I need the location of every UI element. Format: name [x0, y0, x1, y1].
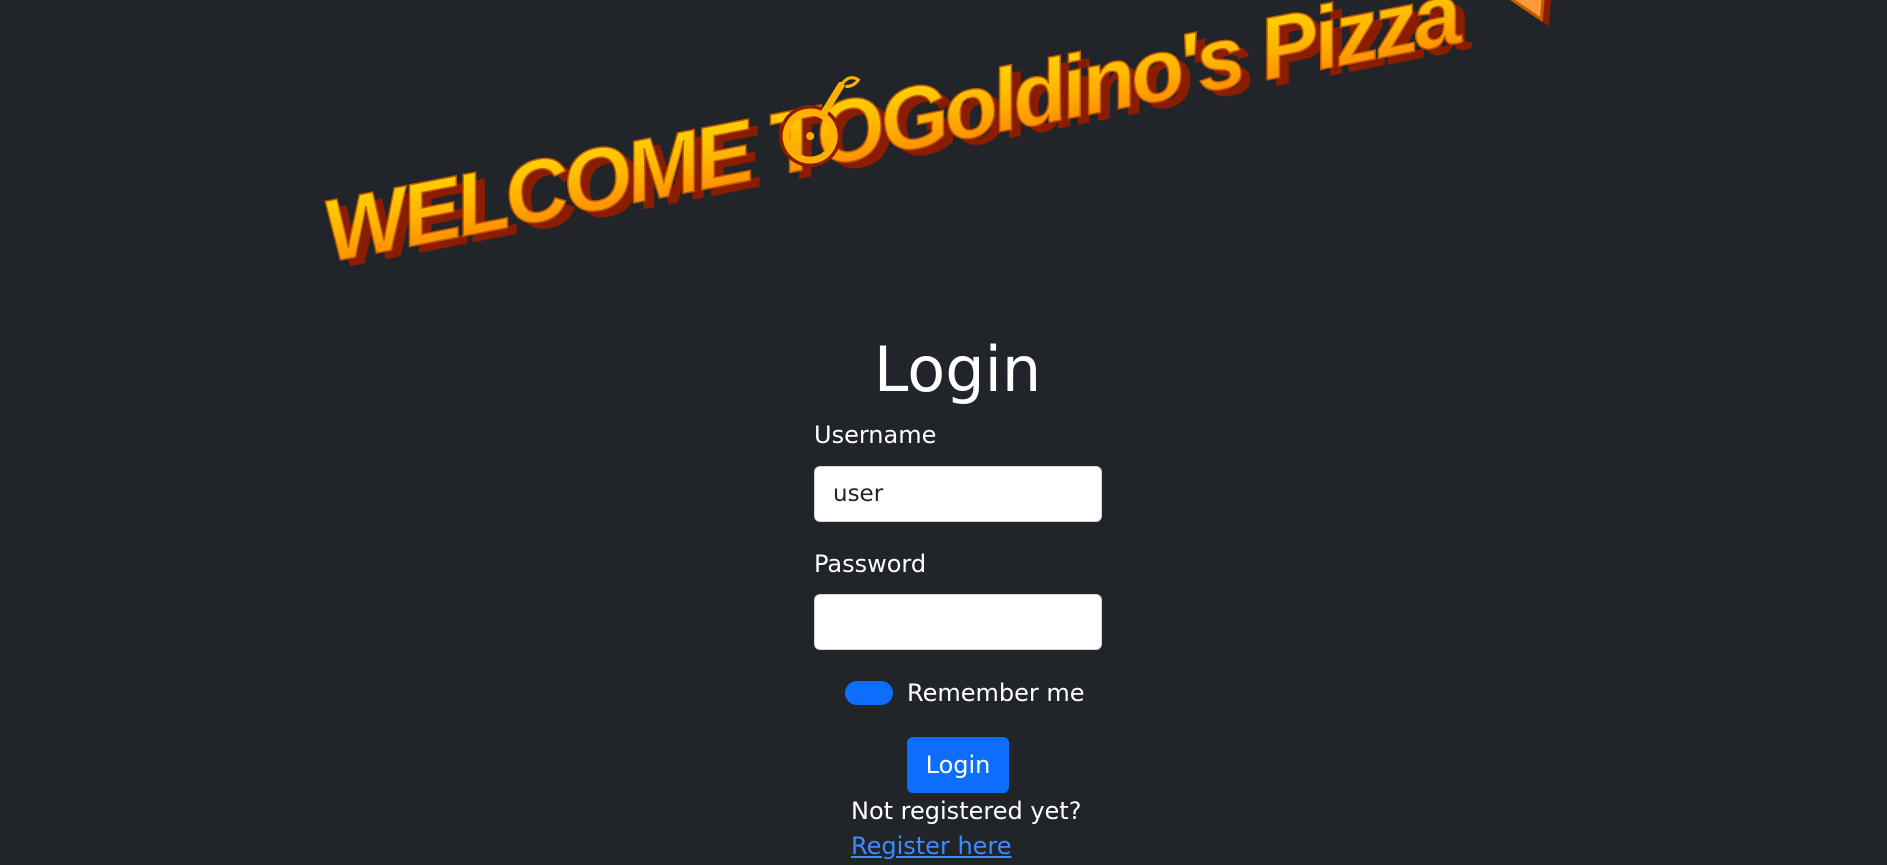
- switch-knob: [873, 685, 889, 701]
- remember-me-label[interactable]: Remember me: [907, 679, 1085, 707]
- username-label: Username: [814, 421, 937, 449]
- remember-me-row: Remember me: [845, 675, 1085, 711]
- password-label: Password: [814, 550, 927, 578]
- register-link[interactable]: Register here: [851, 830, 1012, 862]
- remember-me-switch[interactable]: [845, 681, 893, 705]
- pizza-slice-icon: [1479, 0, 1556, 27]
- password-input[interactable]: [814, 594, 1102, 650]
- welcome-banner: WELCOME TO Goldino's Pizza WELCOME TO Go…: [314, 0, 1887, 300]
- login-title: Login: [873, 333, 1042, 406]
- username-input[interactable]: [814, 466, 1102, 522]
- register-prompt: Not registered yet?: [851, 797, 1082, 825]
- login-button[interactable]: Login: [907, 737, 1009, 793]
- banner-pizza-name-text: Goldino's Pizza: [871, 0, 1468, 173]
- login-page: WELCOME TO Goldino's Pizza WELCOME TO Go…: [0, 0, 1887, 865]
